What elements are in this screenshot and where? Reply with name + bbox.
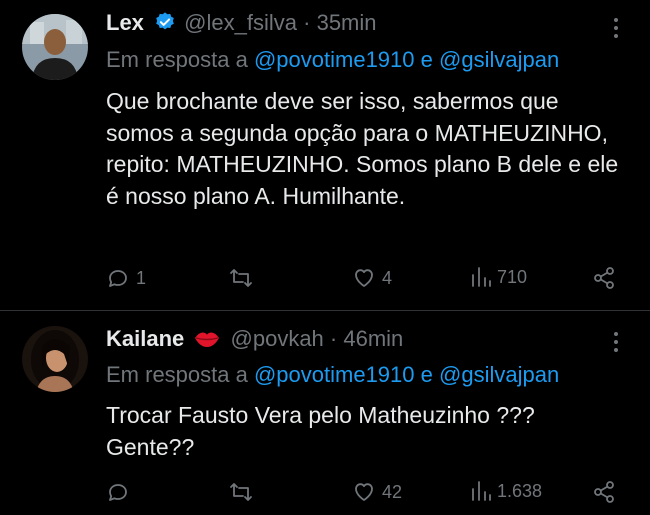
tweet-text: Que brochante deve ser isso, sabermos qu… [106, 88, 619, 209]
heart-icon [355, 269, 373, 287]
display-name[interactable]: Kailane [106, 326, 184, 351]
reply-prefix: Em resposta a [106, 47, 248, 72]
reply-context: Em resposta a @povotime1910 e @gsilvajpa… [106, 46, 559, 74]
share-icon [594, 481, 614, 503]
reply-context: Em resposta a @povotime1910 e @gsilvajpa… [106, 361, 559, 389]
avatar-lex[interactable] [22, 14, 88, 80]
reply-icon [109, 484, 127, 501]
mention-link[interactable]: @povotime1910 [254, 47, 415, 72]
like-count: 42 [382, 481, 403, 502]
verified-badge-icon [156, 12, 174, 30]
views-button[interactable]: 1.638 [471, 480, 542, 502]
timestamp[interactable]: 35min [317, 10, 377, 35]
retweet-icon [230, 269, 252, 287]
display-name[interactable]: Lex [106, 10, 144, 35]
tweet-divider [0, 310, 650, 311]
reply-button[interactable] [106, 480, 136, 504]
timestamp[interactable]: 46min [343, 326, 403, 351]
tweet-text: Trocar Fausto Vera pelo Matheuzinho ??? … [106, 402, 535, 460]
retweet-icon [230, 483, 252, 501]
handle[interactable]: @lex_fsilva [184, 10, 297, 35]
like-count: 4 [382, 267, 393, 288]
mention-link[interactable]: @gsilvajpan [439, 362, 559, 387]
retweet-button[interactable] [228, 480, 254, 504]
separator: · [329, 326, 338, 351]
like-button[interactable]: 42 [352, 480, 402, 504]
analytics-icon [472, 267, 491, 287]
share-button[interactable] [593, 480, 615, 504]
reply-count: 1 [136, 267, 147, 288]
more-options-icon[interactable] [606, 14, 626, 42]
share-icon [594, 267, 614, 289]
views-button[interactable]: 710 [471, 266, 527, 288]
lips-icon [195, 332, 220, 347]
view-count: 1.638 [497, 480, 543, 501]
like-button[interactable]: 4 [352, 266, 392, 290]
separator: · [303, 10, 311, 35]
view-count: 710 [497, 266, 528, 287]
reply-button[interactable]: 1 [106, 266, 146, 290]
mention-conjunction: e [420, 47, 433, 72]
avatar-kailane[interactable] [22, 326, 88, 392]
heart-icon [355, 483, 373, 501]
more-options-icon[interactable] [606, 328, 626, 356]
reply-icon [109, 270, 127, 287]
handle[interactable]: @povkah [231, 326, 324, 351]
reply-prefix: Em resposta a [106, 362, 248, 387]
retweet-button[interactable] [228, 266, 254, 290]
share-button[interactable] [593, 266, 615, 290]
mention-link[interactable]: @gsilvajpan [439, 47, 559, 72]
mention-link[interactable]: @povotime1910 [254, 362, 415, 387]
mention-conjunction: e [420, 362, 433, 387]
analytics-icon [472, 481, 491, 501]
tweet-header: Lex @lex_fsilva · 35min [106, 9, 377, 37]
tweet-header: Kailane @povkah · 46min [106, 325, 403, 353]
